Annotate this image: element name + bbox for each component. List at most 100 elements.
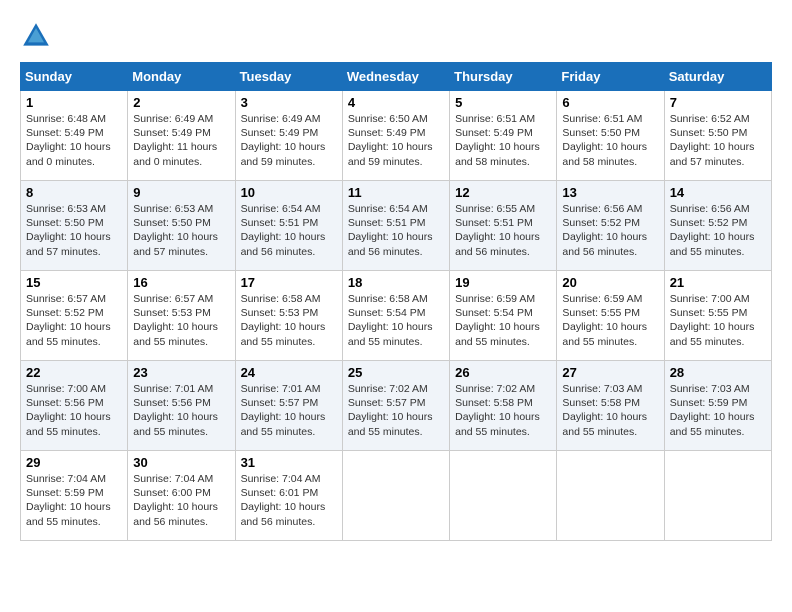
calendar-cell: 31 Sunrise: 7:04 AM Sunset: 6:01 PM Dayl…: [235, 451, 342, 541]
calendar-cell: 22 Sunrise: 7:00 AM Sunset: 5:56 PM Dayl…: [21, 361, 128, 451]
day-number: 4: [348, 95, 444, 110]
calendar-cell: 16 Sunrise: 6:57 AM Sunset: 5:53 PM Dayl…: [128, 271, 235, 361]
day-number: 9: [133, 185, 229, 200]
day-number: 26: [455, 365, 551, 380]
day-number: 12: [455, 185, 551, 200]
cell-content: Sunrise: 7:01 AM Sunset: 5:57 PM Dayligh…: [241, 383, 326, 438]
day-number: 19: [455, 275, 551, 290]
day-number: 7: [670, 95, 766, 110]
calendar-cell: 8 Sunrise: 6:53 AM Sunset: 5:50 PM Dayli…: [21, 181, 128, 271]
weekday-header-wednesday: Wednesday: [342, 63, 449, 91]
calendar-cell: 25 Sunrise: 7:02 AM Sunset: 5:57 PM Dayl…: [342, 361, 449, 451]
cell-content: Sunrise: 7:00 AM Sunset: 5:55 PM Dayligh…: [670, 293, 755, 348]
day-number: 23: [133, 365, 229, 380]
weekday-header-monday: Monday: [128, 63, 235, 91]
cell-content: Sunrise: 6:58 AM Sunset: 5:54 PM Dayligh…: [348, 293, 433, 348]
cell-content: Sunrise: 7:03 AM Sunset: 5:59 PM Dayligh…: [670, 383, 755, 438]
day-number: 21: [670, 275, 766, 290]
day-number: 8: [26, 185, 122, 200]
day-number: 13: [562, 185, 658, 200]
day-number: 15: [26, 275, 122, 290]
calendar-cell: 18 Sunrise: 6:58 AM Sunset: 5:54 PM Dayl…: [342, 271, 449, 361]
cell-content: Sunrise: 6:49 AM Sunset: 5:49 PM Dayligh…: [133, 113, 217, 168]
cell-content: Sunrise: 6:54 AM Sunset: 5:51 PM Dayligh…: [241, 203, 326, 258]
cell-content: Sunrise: 6:59 AM Sunset: 5:54 PM Dayligh…: [455, 293, 540, 348]
day-number: 22: [26, 365, 122, 380]
cell-content: Sunrise: 7:01 AM Sunset: 5:56 PM Dayligh…: [133, 383, 218, 438]
cell-content: Sunrise: 6:48 AM Sunset: 5:49 PM Dayligh…: [26, 113, 111, 168]
day-number: 20: [562, 275, 658, 290]
cell-content: Sunrise: 6:51 AM Sunset: 5:49 PM Dayligh…: [455, 113, 540, 168]
day-number: 3: [241, 95, 337, 110]
calendar-cell: 3 Sunrise: 6:49 AM Sunset: 5:49 PM Dayli…: [235, 91, 342, 181]
day-number: 6: [562, 95, 658, 110]
calendar-cell: 1 Sunrise: 6:48 AM Sunset: 5:49 PM Dayli…: [21, 91, 128, 181]
weekday-header-sunday: Sunday: [21, 63, 128, 91]
day-number: 24: [241, 365, 337, 380]
calendar-cell: 5 Sunrise: 6:51 AM Sunset: 5:49 PM Dayli…: [450, 91, 557, 181]
calendar-cell: 13 Sunrise: 6:56 AM Sunset: 5:52 PM Dayl…: [557, 181, 664, 271]
cell-content: Sunrise: 6:52 AM Sunset: 5:50 PM Dayligh…: [670, 113, 755, 168]
calendar-cell: 6 Sunrise: 6:51 AM Sunset: 5:50 PM Dayli…: [557, 91, 664, 181]
day-number: 11: [348, 185, 444, 200]
calendar-cell: 17 Sunrise: 6:58 AM Sunset: 5:53 PM Dayl…: [235, 271, 342, 361]
cell-content: Sunrise: 6:58 AM Sunset: 5:53 PM Dayligh…: [241, 293, 326, 348]
calendar-cell: 4 Sunrise: 6:50 AM Sunset: 5:49 PM Dayli…: [342, 91, 449, 181]
cell-content: Sunrise: 6:49 AM Sunset: 5:49 PM Dayligh…: [241, 113, 326, 168]
calendar-cell: 27 Sunrise: 7:03 AM Sunset: 5:58 PM Dayl…: [557, 361, 664, 451]
cell-content: Sunrise: 6:59 AM Sunset: 5:55 PM Dayligh…: [562, 293, 647, 348]
day-number: 18: [348, 275, 444, 290]
day-number: 10: [241, 185, 337, 200]
calendar: SundayMondayTuesdayWednesdayThursdayFrid…: [20, 62, 772, 541]
day-number: 29: [26, 455, 122, 470]
cell-content: Sunrise: 6:57 AM Sunset: 5:53 PM Dayligh…: [133, 293, 218, 348]
calendar-cell: 29 Sunrise: 7:04 AM Sunset: 5:59 PM Dayl…: [21, 451, 128, 541]
day-number: 17: [241, 275, 337, 290]
calendar-cell: 26 Sunrise: 7:02 AM Sunset: 5:58 PM Dayl…: [450, 361, 557, 451]
calendar-cell: 30 Sunrise: 7:04 AM Sunset: 6:00 PM Dayl…: [128, 451, 235, 541]
cell-content: Sunrise: 7:00 AM Sunset: 5:56 PM Dayligh…: [26, 383, 111, 438]
weekday-header-saturday: Saturday: [664, 63, 771, 91]
calendar-cell: 20 Sunrise: 6:59 AM Sunset: 5:55 PM Dayl…: [557, 271, 664, 361]
day-number: 30: [133, 455, 229, 470]
cell-content: Sunrise: 7:02 AM Sunset: 5:58 PM Dayligh…: [455, 383, 540, 438]
calendar-cell: 21 Sunrise: 7:00 AM Sunset: 5:55 PM Dayl…: [664, 271, 771, 361]
cell-content: Sunrise: 6:51 AM Sunset: 5:50 PM Dayligh…: [562, 113, 647, 168]
cell-content: Sunrise: 6:53 AM Sunset: 5:50 PM Dayligh…: [26, 203, 111, 258]
cell-content: Sunrise: 7:02 AM Sunset: 5:57 PM Dayligh…: [348, 383, 433, 438]
logo-icon: [20, 20, 52, 52]
weekday-header-thursday: Thursday: [450, 63, 557, 91]
calendar-cell: 28 Sunrise: 7:03 AM Sunset: 5:59 PM Dayl…: [664, 361, 771, 451]
cell-content: Sunrise: 7:04 AM Sunset: 6:01 PM Dayligh…: [241, 473, 326, 528]
weekday-header-friday: Friday: [557, 63, 664, 91]
calendar-cell: 23 Sunrise: 7:01 AM Sunset: 5:56 PM Dayl…: [128, 361, 235, 451]
calendar-cell: [664, 451, 771, 541]
cell-content: Sunrise: 7:04 AM Sunset: 5:59 PM Dayligh…: [26, 473, 111, 528]
day-number: 16: [133, 275, 229, 290]
cell-content: Sunrise: 7:04 AM Sunset: 6:00 PM Dayligh…: [133, 473, 218, 528]
cell-content: Sunrise: 6:56 AM Sunset: 5:52 PM Dayligh…: [562, 203, 647, 258]
calendar-cell: [557, 451, 664, 541]
calendar-cell: 7 Sunrise: 6:52 AM Sunset: 5:50 PM Dayli…: [664, 91, 771, 181]
calendar-cell: [450, 451, 557, 541]
day-number: 27: [562, 365, 658, 380]
cell-content: Sunrise: 6:57 AM Sunset: 5:52 PM Dayligh…: [26, 293, 111, 348]
cell-content: Sunrise: 6:53 AM Sunset: 5:50 PM Dayligh…: [133, 203, 218, 258]
cell-content: Sunrise: 6:56 AM Sunset: 5:52 PM Dayligh…: [670, 203, 755, 258]
calendar-cell: 9 Sunrise: 6:53 AM Sunset: 5:50 PM Dayli…: [128, 181, 235, 271]
cell-content: Sunrise: 6:50 AM Sunset: 5:49 PM Dayligh…: [348, 113, 433, 168]
calendar-cell: 12 Sunrise: 6:55 AM Sunset: 5:51 PM Dayl…: [450, 181, 557, 271]
day-number: 25: [348, 365, 444, 380]
calendar-cell: 15 Sunrise: 6:57 AM Sunset: 5:52 PM Dayl…: [21, 271, 128, 361]
weekday-header-tuesday: Tuesday: [235, 63, 342, 91]
header: [20, 20, 772, 52]
calendar-cell: 11 Sunrise: 6:54 AM Sunset: 5:51 PM Dayl…: [342, 181, 449, 271]
day-number: 5: [455, 95, 551, 110]
calendar-cell: 14 Sunrise: 6:56 AM Sunset: 5:52 PM Dayl…: [664, 181, 771, 271]
day-number: 2: [133, 95, 229, 110]
day-number: 31: [241, 455, 337, 470]
calendar-cell: 2 Sunrise: 6:49 AM Sunset: 5:49 PM Dayli…: [128, 91, 235, 181]
calendar-cell: [342, 451, 449, 541]
logo: [20, 20, 56, 52]
calendar-cell: 24 Sunrise: 7:01 AM Sunset: 5:57 PM Dayl…: [235, 361, 342, 451]
